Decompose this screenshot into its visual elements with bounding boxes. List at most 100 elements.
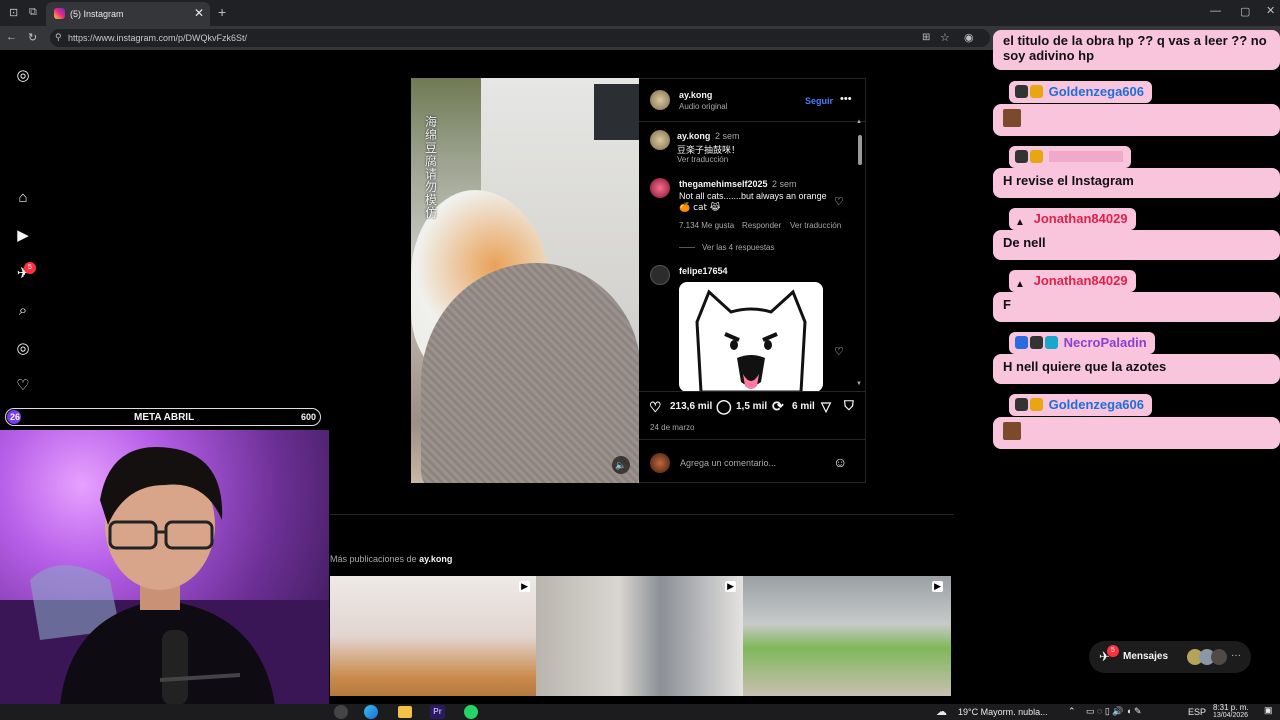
comment-avatar[interactable]	[650, 178, 670, 198]
explore-icon[interactable]: ◎	[13, 339, 33, 359]
comment-like-heart-icon[interactable]: ♡	[834, 345, 844, 358]
home-icon[interactable]: ⌂	[13, 188, 33, 208]
more-options-icon[interactable]: •••	[840, 93, 852, 105]
chat-username-tag	[1009, 146, 1131, 168]
weather-text[interactable]: 19°C Mayorm. nubla...	[958, 707, 1048, 717]
save-bookmark-icon[interactable]: ⛉	[844, 398, 854, 414]
author-avatar[interactable]	[650, 90, 670, 110]
audio-label[interactable]: Audio original	[679, 102, 727, 111]
more-post-thumbnail[interactable]: ▶	[743, 576, 951, 696]
browser-tab[interactable]: (5) Instagram ✕	[46, 2, 210, 26]
add-comment-input[interactable]: Agrega un comentario...	[680, 458, 776, 468]
site-info-icon[interactable]: ⚲	[55, 32, 62, 43]
comment-text-line1: Not all cats.......but always an orange	[679, 191, 827, 201]
chat-message: H nell quiere que la azotes	[993, 354, 1280, 384]
more-posts-user[interactable]: ay.kong	[419, 554, 452, 564]
chat-message	[993, 417, 1280, 449]
comment-avatar[interactable]	[650, 265, 670, 285]
chat-message: De nell	[993, 230, 1280, 260]
reel-icon: ▶	[519, 581, 530, 592]
caption-username[interactable]: ay.kong	[677, 131, 710, 141]
goal-current: 26	[10, 412, 21, 422]
edge-app-icon[interactable]	[364, 705, 378, 719]
tab-title: (5) Instagram	[70, 9, 124, 19]
comment-likes-count[interactable]: 7.134 Me gusta	[679, 221, 734, 230]
scrollbar-thumb[interactable]	[858, 135, 862, 165]
chat-emote-icon	[1003, 422, 1021, 440]
notifications-icon[interactable]: ▣	[1264, 705, 1273, 716]
clock-time[interactable]: 8:31 p. m.	[1213, 703, 1249, 712]
read-mode-icon[interactable]: ⊞	[922, 32, 930, 43]
stream-chat-overlay: el titulo de la obra hp ?? q vas a leer …	[993, 30, 1280, 460]
comment-translate-link[interactable]: Ver traducción	[790, 221, 841, 230]
view-replies-link[interactable]: Ver las 4 respuestas	[702, 243, 774, 252]
new-tab-icon[interactable]: +	[218, 4, 226, 20]
extension-icon[interactable]: ◉	[964, 31, 974, 44]
more-post-thumbnail[interactable]: ▶	[536, 576, 744, 696]
streamer-webcam	[0, 430, 329, 705]
emoji-picker-icon[interactable]: ☺	[833, 454, 847, 470]
crown-badge-icon	[1030, 398, 1043, 411]
chat-username-tag: Goldenzega606	[1009, 394, 1152, 416]
chat-message-text: H revise el Instagram	[1003, 173, 1134, 188]
maximize-icon[interactable]: ▢	[1240, 5, 1250, 18]
tray-icons[interactable]: ▭ ◌ ▯ 🔊 ◖ ✎	[1086, 706, 1142, 717]
mute-toggle-icon[interactable]: 🔈	[612, 456, 630, 474]
language-indicator[interactable]: ESP	[1188, 707, 1206, 717]
like-heart-icon[interactable]: ♡	[649, 399, 662, 416]
favorite-star-icon[interactable]: ☆	[940, 31, 950, 44]
likes-count[interactable]: 213,6 mil	[670, 401, 712, 412]
user-badge-icon	[1015, 150, 1028, 163]
close-tab-icon[interactable]: ✕	[194, 6, 204, 20]
post-video[interactable]: 海绵豆腐请勿模仿 🔈	[411, 78, 639, 483]
repost-icon[interactable]: ⟳	[772, 398, 784, 415]
comment-bubble-icon[interactable]: ◯	[716, 398, 732, 415]
goal-target: 600	[300, 412, 316, 422]
file-explorer-icon[interactable]	[398, 706, 412, 718]
search-icon[interactable]: ⌕	[13, 301, 33, 321]
comment-like-heart-icon[interactable]: ♡	[834, 195, 844, 208]
comments-count[interactable]: 1,5 mil	[736, 401, 767, 412]
chat-username: Goldenzega606	[1048, 84, 1144, 99]
workspaces-icon[interactable]: ⧉	[29, 6, 37, 19]
caption-translate-link[interactable]: Ver traducción	[677, 155, 728, 164]
instagram-logo-icon[interactable]: ◎	[13, 66, 33, 86]
close-window-icon[interactable]: ✕	[1266, 4, 1275, 17]
white-cat-meme-drawing	[695, 289, 807, 392]
reels-icon[interactable]: ▶	[13, 226, 33, 246]
comment-username[interactable]: felipe17654	[679, 266, 728, 276]
clock-date[interactable]: 13/04/2026	[1213, 712, 1248, 719]
url-field[interactable]: ⚲ https://www.instagram.com/p/DWQkvFzk6S…	[50, 29, 990, 47]
profile-icon[interactable]: ⊡	[9, 6, 18, 19]
chat-message-text: H nell quiere que la azotes	[1003, 359, 1167, 374]
follow-button[interactable]: Seguir	[805, 96, 833, 106]
reload-icon[interactable]: ↻	[28, 31, 37, 44]
chat-message: el titulo de la obra hp ?? q vas a leer …	[993, 30, 1280, 70]
obs-app-icon[interactable]	[334, 705, 348, 719]
minimize-icon[interactable]: —	[1210, 5, 1221, 17]
author-username[interactable]: ay.kong	[679, 90, 712, 100]
reposts-count[interactable]: 6 mil	[792, 401, 815, 412]
share-icon[interactable]: ▽	[821, 399, 831, 415]
flame-badge-icon: ▲	[1015, 279, 1025, 290]
comment-username[interactable]: thegamehimself2025	[679, 179, 768, 189]
post-date: 24 de marzo	[650, 423, 695, 432]
obscured-username	[1048, 151, 1123, 162]
tray-expand-icon[interactable]: ⌃	[1068, 706, 1076, 717]
back-icon[interactable]: ←	[6, 31, 17, 43]
whatsapp-app-icon[interactable]	[464, 705, 478, 719]
comment-reply-link[interactable]: Responder	[742, 221, 781, 230]
more-post-thumbnail[interactable]: ▶	[330, 576, 538, 696]
notifications-heart-icon[interactable]: ♡	[13, 376, 33, 396]
chat-emote-icon	[1003, 109, 1021, 127]
chat-username-tag: ▲ Jonathan84029	[1009, 208, 1136, 230]
messages-button[interactable]: ✈ 5 Mensajes ···	[1089, 641, 1251, 673]
chat-username-tag: Goldenzega606	[1009, 81, 1152, 103]
current-user-avatar	[650, 453, 670, 473]
weather-icon[interactable]: ☁	[936, 705, 947, 718]
chat-message-text: De nell	[1003, 235, 1046, 250]
premiere-app-icon[interactable]: Pr	[430, 705, 445, 719]
url-text: https://www.instagram.com/p/DWQkvFzk6St/	[68, 33, 248, 43]
caption-avatar[interactable]	[650, 130, 670, 150]
comment-image[interactable]	[679, 282, 823, 392]
